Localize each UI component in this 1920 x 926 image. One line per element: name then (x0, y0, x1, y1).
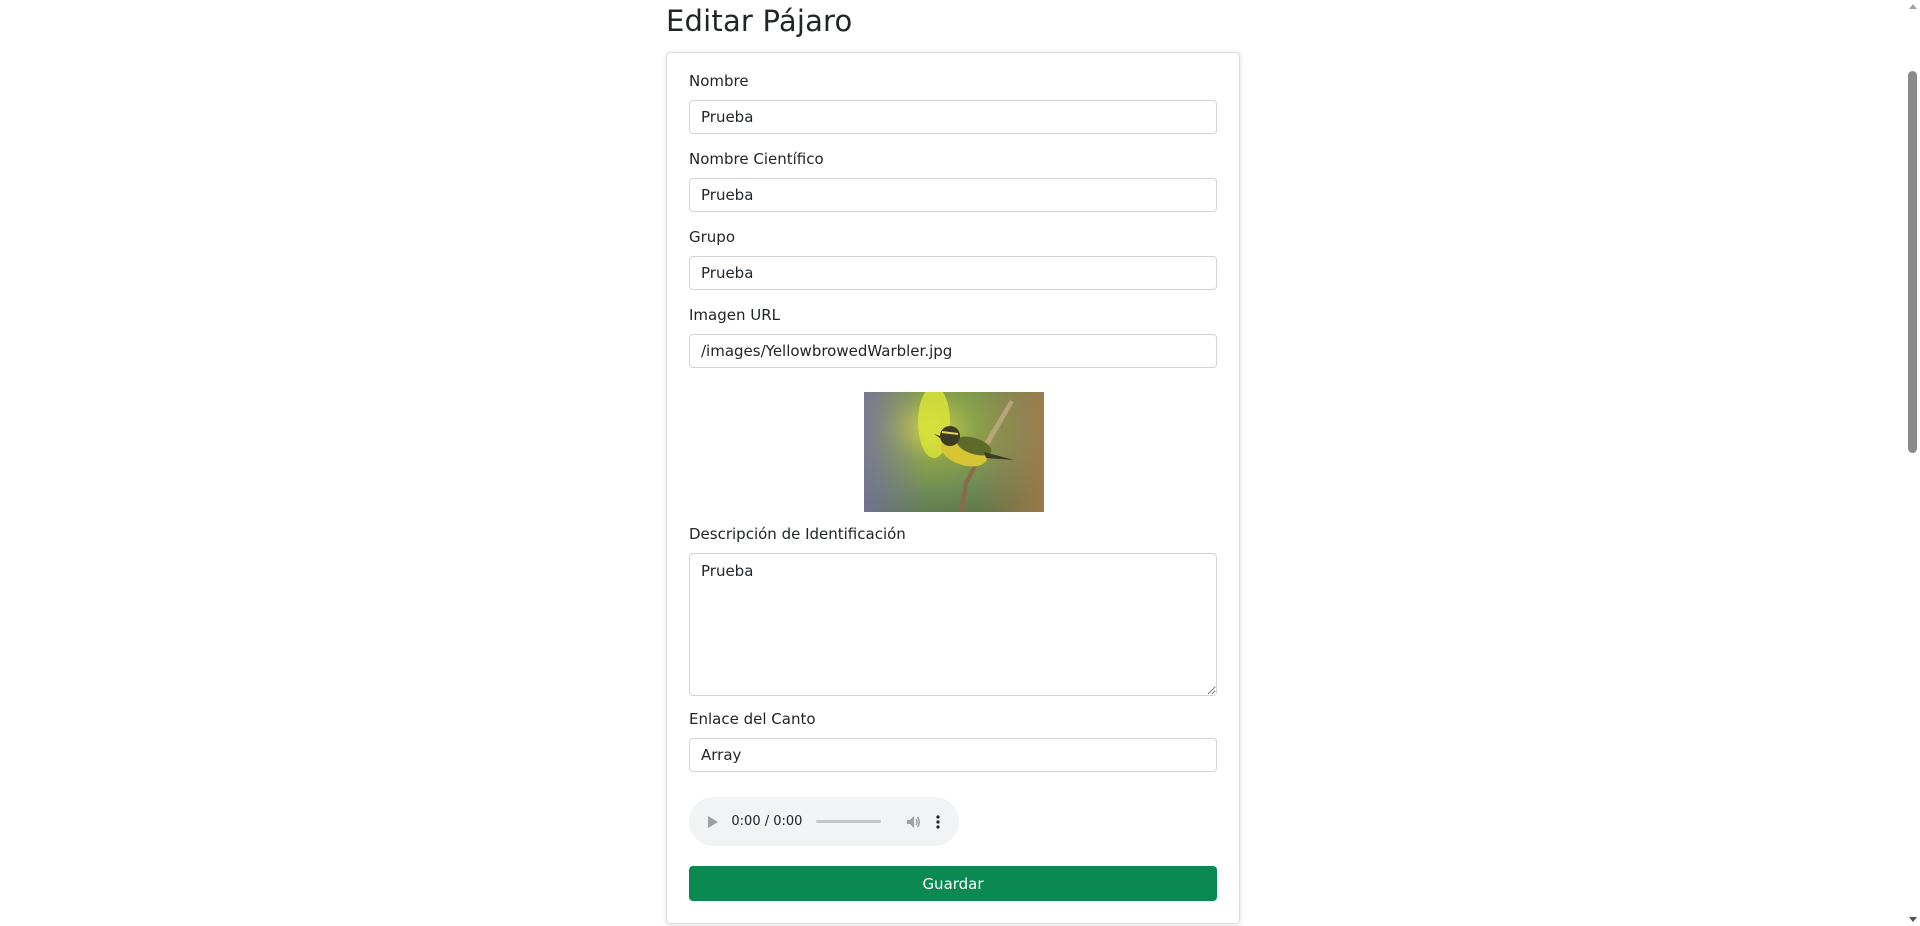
field-group-nombre-cientifico: Nombre Científico (689, 150, 1217, 212)
page: Editar Pájaro Nombre Nombre Científico G… (0, 0, 1920, 926)
bird-image-preview (864, 392, 1044, 512)
page-scrollbar[interactable] (1905, 0, 1920, 926)
field-group-enlace-canto: Enlace del Canto (689, 710, 1217, 772)
nombre-cientifico-input[interactable] (689, 178, 1217, 212)
nombre-input[interactable] (689, 100, 1217, 134)
field-group-grupo: Grupo (689, 228, 1217, 290)
enlace-canto-label: Enlace del Canto (689, 710, 816, 728)
nombre-cientifico-label: Nombre Científico (689, 150, 824, 168)
descripcion-textarea[interactable]: Prueba (689, 553, 1217, 696)
play-icon[interactable] (707, 815, 719, 829)
save-button[interactable]: Guardar (689, 866, 1217, 901)
audio-player[interactable]: 0:00 / 0:00 (689, 797, 959, 846)
field-group-descripcion: Descripción de Identificación Prueba (689, 525, 1217, 696)
descripcion-label: Descripción de Identificación (689, 525, 906, 543)
grupo-input[interactable] (689, 256, 1217, 290)
grupo-label: Grupo (689, 228, 735, 246)
enlace-canto-input[interactable] (689, 738, 1217, 772)
more-vertical-icon[interactable] (935, 814, 941, 830)
field-group-nombre: Nombre (689, 72, 1217, 134)
volume-icon[interactable] (905, 814, 921, 830)
scroll-up-arrow-icon[interactable] (1909, 4, 1917, 9)
imagen-url-label: Imagen URL (689, 306, 781, 324)
page-title: Editar Pájaro (666, 4, 853, 38)
scroll-down-arrow-icon[interactable] (1909, 917, 1917, 922)
nombre-label: Nombre (689, 72, 749, 90)
bird-photo-image (864, 392, 1044, 512)
imagen-url-input[interactable] (689, 334, 1217, 368)
scrollbar-thumb[interactable] (1908, 71, 1917, 453)
audio-progress-bar[interactable] (816, 820, 881, 823)
audio-time-display: 0:00 / 0:00 (731, 814, 803, 829)
field-group-imagen-url: Imagen URL (689, 306, 1217, 368)
edit-bird-form-card: Nombre Nombre Científico Grupo Imagen UR… (666, 52, 1240, 924)
